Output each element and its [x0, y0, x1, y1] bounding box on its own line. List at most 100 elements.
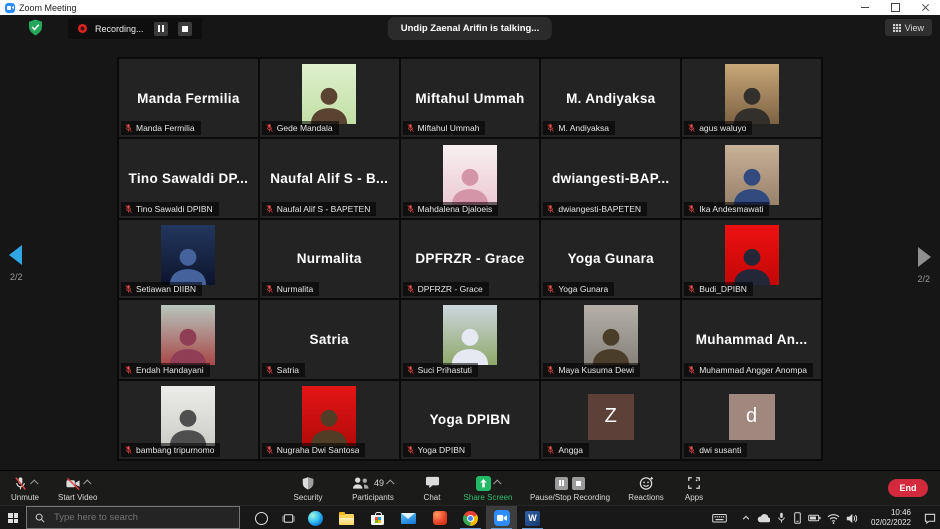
- onedrive-cloud-icon[interactable]: [757, 513, 770, 523]
- participant-tile[interactable]: dwiangesti-BAP... dwiangesti-BAPETEN: [541, 139, 680, 217]
- participant-tile[interactable]: Muhammad An... Muhammad Angger Anompa: [682, 300, 821, 378]
- unmute-button[interactable]: Unmute: [8, 475, 42, 502]
- start-button[interactable]: [0, 506, 26, 529]
- participant-tile[interactable]: d dwi susanti: [682, 381, 821, 459]
- task-view-button[interactable]: [276, 506, 300, 529]
- participant-name-label: DPFRZR - Grace: [403, 282, 489, 296]
- pause-recording-button[interactable]: [154, 22, 168, 36]
- word-taskbar-button[interactable]: [517, 506, 548, 529]
- participant-tile[interactable]: Manda Fermilia Manda Fermilia: [119, 59, 258, 137]
- chrome-taskbar-button[interactable]: [455, 506, 486, 529]
- video-options-chevron-icon[interactable]: [83, 479, 91, 487]
- edge-icon: [308, 511, 323, 526]
- participant-tile[interactable]: Nugraha Dwi Santosa: [260, 381, 399, 459]
- participant-tile[interactable]: agus waluyo: [682, 59, 821, 137]
- participant-name-label: Nugraha Dwi Santosa: [262, 443, 366, 457]
- participant-tile[interactable]: Z Angga: [541, 381, 680, 459]
- cortana-button[interactable]: [248, 506, 274, 529]
- participant-tile[interactable]: Mahdalena Djaloeis: [401, 139, 540, 217]
- participant-photo: [302, 386, 356, 446]
- audio-options-chevron-icon[interactable]: [30, 479, 38, 487]
- participant-avatar: d: [729, 394, 775, 440]
- mic-muted-icon: [265, 445, 274, 455]
- minimize-button[interactable]: [850, 0, 880, 15]
- participant-tile[interactable]: bambang tripurnomo: [119, 381, 258, 459]
- participant-name-label: Miftahul Ummah: [403, 121, 486, 135]
- stop-recording-button[interactable]: [178, 22, 192, 36]
- participant-name-text: Endah Handayani: [136, 365, 204, 375]
- mic-muted-icon: [406, 284, 415, 294]
- participant-tile[interactable]: Yoga DPIBN Yoga DPIBN: [401, 381, 540, 459]
- view-button[interactable]: View: [885, 19, 932, 36]
- participant-tile[interactable]: Gede Mandala: [260, 59, 399, 137]
- participant-tile[interactable]: Suci Prihastuti: [401, 300, 540, 378]
- end-meeting-button[interactable]: End: [888, 479, 928, 497]
- windows-logo-icon: [8, 513, 18, 523]
- phone-link-icon[interactable]: [793, 512, 802, 524]
- mail-taskbar-button[interactable]: [393, 506, 424, 529]
- participant-tile[interactable]: Endah Handayani: [119, 300, 258, 378]
- participant-tile[interactable]: Miftahul Ummah Miftahul Ummah: [401, 59, 540, 137]
- participant-tile[interactable]: Maya Kusuma Dewi: [541, 300, 680, 378]
- start-video-button[interactable]: Start Video: [58, 475, 97, 502]
- participant-display-name: Naufal Alif S - B...: [265, 171, 393, 186]
- taskbar-search[interactable]: [26, 506, 240, 529]
- speaker-icon[interactable]: [846, 513, 858, 524]
- maximize-button[interactable]: [880, 0, 910, 15]
- windows-taskbar: 10:46 02/02/2022: [0, 505, 940, 529]
- participant-tile[interactable]: Nurmalita Nurmalita: [260, 220, 399, 298]
- battery-icon[interactable]: [808, 513, 821, 523]
- zoom-taskbar-button[interactable]: [486, 506, 517, 529]
- apps-icon: [687, 476, 701, 490]
- participants-button[interactable]: 49 Participants: [338, 475, 408, 502]
- participant-tile[interactable]: DPFRZR - Grace DPFRZR - Grace: [401, 220, 540, 298]
- microphone-tray-icon[interactable]: [776, 512, 787, 524]
- participant-tile[interactable]: Budi_DPIBN: [682, 220, 821, 298]
- pause-recording-icon[interactable]: [555, 477, 568, 490]
- previous-page-arrow[interactable]: [9, 245, 22, 265]
- participant-tile[interactable]: Yoga Gunara Yoga Gunara: [541, 220, 680, 298]
- mic-muted-icon: [124, 284, 133, 294]
- participant-tile[interactable]: Setiawan DIIBN: [119, 220, 258, 298]
- mic-muted-icon: [265, 204, 274, 214]
- action-center-icon[interactable]: [924, 512, 936, 524]
- participants-chevron-icon[interactable]: [386, 479, 394, 487]
- apps-button[interactable]: Apps: [676, 475, 712, 502]
- office-taskbar-button[interactable]: [424, 506, 455, 529]
- next-page-arrow[interactable]: [918, 247, 931, 267]
- file-explorer-taskbar-button[interactable]: [331, 506, 362, 529]
- participant-name-label: Maya Kusuma Dewi: [543, 363, 640, 377]
- store-taskbar-button[interactable]: [362, 506, 393, 529]
- stop-recording-icon[interactable]: [572, 477, 585, 490]
- participant-name-text: dwiangesti-BAPETEN: [558, 204, 641, 214]
- participant-tile[interactable]: Tino Sawaldi DP... Tino Sawaldi DPIBN: [119, 139, 258, 217]
- participant-tile[interactable]: M. Andiyaksa M. Andiyaksa: [541, 59, 680, 137]
- participant-tile[interactable]: Ika Andesmawati: [682, 139, 821, 217]
- search-input[interactable]: [52, 511, 216, 524]
- meeting-area: Recording... Undip Zaenal Arifin is talk…: [0, 15, 940, 470]
- participant-name-text: Naufal Alif S - BAPETEN: [277, 204, 371, 214]
- participant-display-name: Satria: [305, 332, 354, 347]
- participant-name-text: Nurmalita: [277, 284, 313, 294]
- chat-button[interactable]: Chat: [412, 475, 452, 502]
- hidden-icons-chevron-icon[interactable]: [741, 513, 751, 523]
- wifi-icon[interactable]: [827, 513, 840, 524]
- share-options-chevron-icon[interactable]: [493, 479, 501, 487]
- participant-tile[interactable]: Satria Satria: [260, 300, 399, 378]
- participant-name-text: Satria: [277, 365, 299, 375]
- participant-photo: [725, 64, 779, 124]
- close-button[interactable]: [910, 0, 940, 15]
- mic-muted-icon: [124, 204, 133, 214]
- reactions-button[interactable]: Reactions: [620, 475, 672, 502]
- participant-name-text: Muhammad Angger Anompa: [699, 365, 807, 375]
- participant-tile[interactable]: Naufal Alif S - B... Naufal Alif S - BAP…: [260, 139, 399, 217]
- share-screen-button[interactable]: Share Screen: [456, 475, 520, 502]
- edge-taskbar-button[interactable]: [300, 506, 331, 529]
- touch-keyboard-icon[interactable]: [712, 512, 727, 524]
- pause-stop-recording-button[interactable]: Pause/Stop Recording: [524, 475, 616, 502]
- tray-clock[interactable]: 10:46 02/02/2022: [871, 508, 911, 529]
- security-button[interactable]: Security: [282, 475, 334, 502]
- participant-name-text: Tino Sawaldi DPIBN: [136, 204, 213, 214]
- participant-name-text: dwi susanti: [699, 445, 741, 455]
- participant-name-text: Mahdalena Djaloeis: [418, 204, 493, 214]
